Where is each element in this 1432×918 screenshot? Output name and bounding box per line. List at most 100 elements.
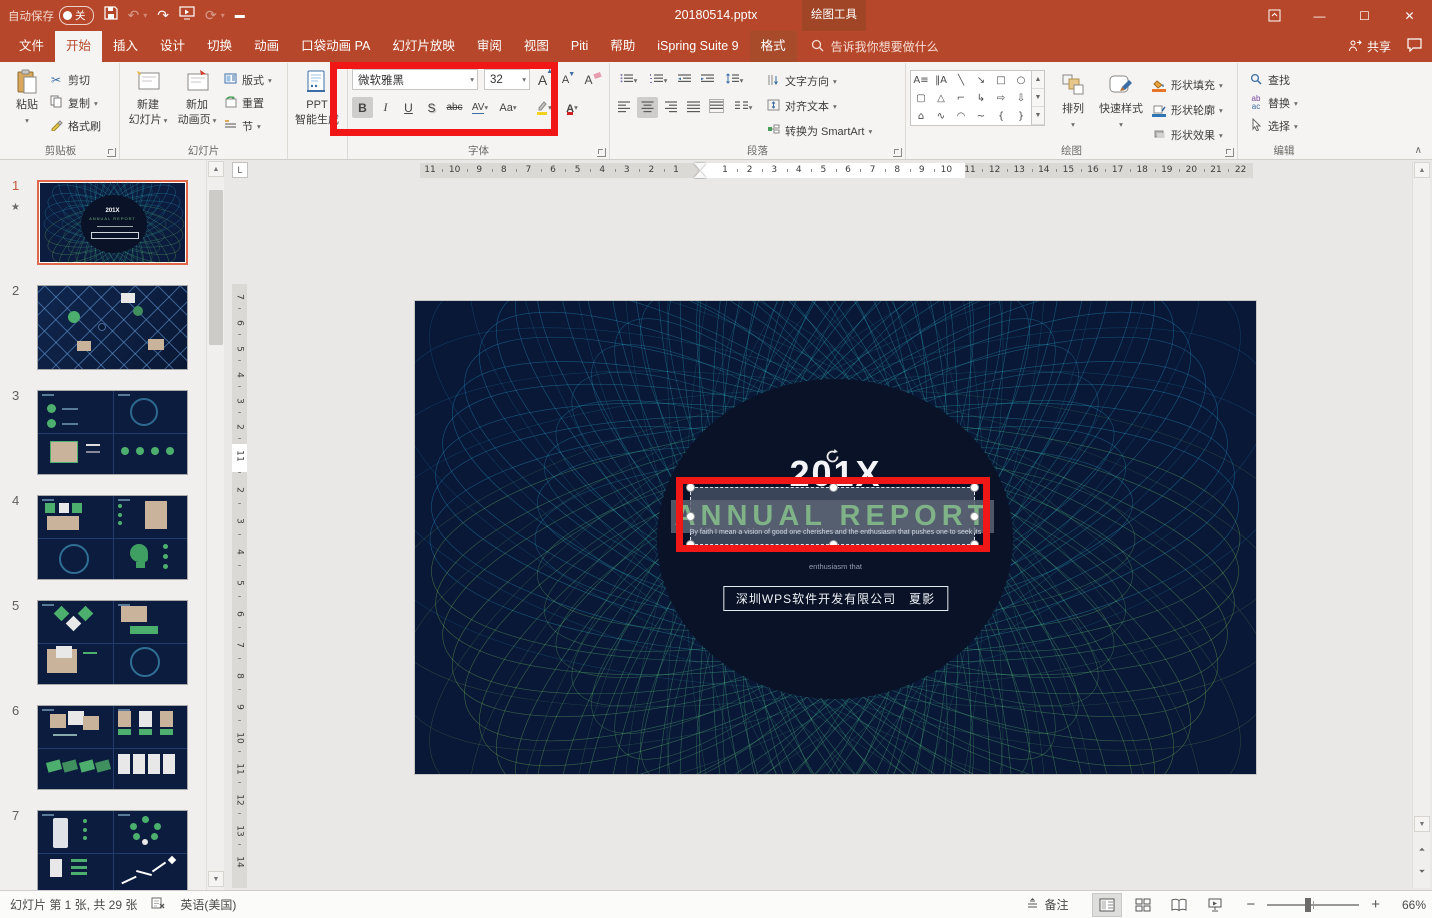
undo-icon[interactable]: ↶ xyxy=(128,0,140,31)
shape-right-arrow-icon[interactable]: ⇨ xyxy=(991,89,1011,107)
line-spacing-button[interactable]: ▾ xyxy=(720,70,748,91)
shape-rounded-rectangle-icon[interactable]: ▢ xyxy=(911,89,931,107)
shape-arc-icon[interactable]: ◠ xyxy=(951,107,971,125)
shape-triangle-icon[interactable]: △ xyxy=(931,89,951,107)
shapes-scroll-down-icon[interactable]: ▼ xyxy=(1032,89,1044,107)
clear-formatting-button[interactable]: A xyxy=(578,69,599,90)
handle-bottom-center[interactable] xyxy=(829,540,838,549)
italic-button[interactable]: I xyxy=(375,97,396,118)
start-slideshow-icon[interactable] xyxy=(179,0,195,31)
strikethrough-button[interactable]: abc xyxy=(444,97,465,118)
qat-customize-icon[interactable]: ▬ xyxy=(235,0,245,31)
view-slideshow-button[interactable] xyxy=(1200,893,1230,917)
find-button[interactable]: 查找 xyxy=(1248,70,1326,90)
shapes-scroll-up-icon[interactable]: ▲ xyxy=(1032,71,1044,89)
shape-textbox-icon[interactable]: A≡ xyxy=(911,71,931,89)
shape-down-arrow-icon[interactable]: ⇩ xyxy=(1011,89,1031,107)
selected-text-box[interactable]: ANNUAL REPORT xyxy=(690,487,975,545)
tab-插入[interactable]: 插入 xyxy=(102,31,149,62)
tab-帮助[interactable]: 帮助 xyxy=(599,31,646,62)
sync-dropdown-icon[interactable]: ▾ xyxy=(221,11,225,20)
shape-rectangle-icon[interactable]: □ xyxy=(991,71,1011,89)
text-fit-button[interactable] xyxy=(706,97,727,118)
text-direction-button[interactable]: 文字方向▾ xyxy=(765,70,872,92)
redo-icon[interactable]: ↷ xyxy=(157,0,169,31)
font-color-button[interactable]: A▾ xyxy=(559,97,585,118)
handle-bottom-left[interactable] xyxy=(686,540,695,549)
shape-elbow-arrow-icon[interactable]: ↳ xyxy=(971,89,991,107)
slide-counter[interactable]: 幻灯片 第 1 张, 共 29 张 xyxy=(10,896,137,913)
handle-top-right[interactable] xyxy=(970,483,979,492)
copy-button[interactable]: 复制▾ xyxy=(48,93,101,113)
decrease-indent-button[interactable] xyxy=(674,70,695,91)
tab-视图[interactable]: 视图 xyxy=(513,31,560,62)
shape-outline-button[interactable]: 形状轮廓▾ xyxy=(1151,99,1223,121)
first-line-indent-marker[interactable] xyxy=(694,163,706,170)
main-scroll-up-icon[interactable]: ▲ xyxy=(1414,162,1430,178)
tab-iSpring Suite 9[interactable]: iSpring Suite 9 xyxy=(646,31,749,62)
bullets-button[interactable]: ▾ xyxy=(614,70,642,91)
tab-Piti[interactable]: Piti xyxy=(560,31,599,62)
section-button[interactable]: 节▾ xyxy=(222,116,272,136)
collapse-ribbon-icon[interactable]: ∧ xyxy=(1415,145,1422,156)
close-button[interactable]: ✕ xyxy=(1387,0,1432,31)
main-scroll-down-icon[interactable]: ▼ xyxy=(1414,816,1430,832)
shape-elbow-icon[interactable]: ⌐ xyxy=(951,89,971,107)
character-spacing-button[interactable]: AV▾ xyxy=(467,97,493,118)
font-dialog-launcher[interactable] xyxy=(597,148,606,157)
columns-button[interactable]: ▾ xyxy=(729,97,757,118)
rotate-handle[interactable] xyxy=(824,448,841,470)
font-name-combo[interactable]: 微软雅黑 ▾ xyxy=(352,69,478,90)
shape-left-brace-icon[interactable]: { xyxy=(991,107,1011,125)
shape-arrow-line-icon[interactable]: ↘ xyxy=(971,71,991,89)
paste-button[interactable]: 粘贴 ▾ xyxy=(6,66,48,142)
slide-thumbnail-5[interactable] xyxy=(37,600,188,685)
company-text-box[interactable]: 深圳WPS软件开发有限公司 夏影 xyxy=(723,586,948,611)
tab-口袋动画 PA[interactable]: 口袋动画 PA xyxy=(290,31,381,62)
font-size-combo[interactable]: 32 ▾ xyxy=(484,69,530,90)
drawing-dialog-launcher[interactable] xyxy=(1225,148,1234,157)
reset-button[interactable]: 重置 xyxy=(222,93,272,113)
tab-动画[interactable]: 动画 xyxy=(243,31,290,62)
justify-button[interactable] xyxy=(683,97,704,118)
tell-me-search[interactable]: 告诉我你想要做什么 xyxy=(811,31,939,62)
tab-设计[interactable]: 设计 xyxy=(149,31,196,62)
notes-button[interactable]: 备注 xyxy=(1026,896,1068,913)
new-slide-button[interactable]: 新建 幻灯片▾ xyxy=(124,66,172,142)
shape-freeform-icon[interactable]: ⌂ xyxy=(911,107,931,125)
zoom-out-button[interactable]: − xyxy=(1246,896,1255,913)
zoom-in-button[interactable]: + xyxy=(1371,896,1380,913)
format-painter-button[interactable]: 格式刷 xyxy=(48,116,101,136)
zoom-slider[interactable] xyxy=(1267,904,1359,906)
handle-bottom-right[interactable] xyxy=(970,540,979,549)
replace-button[interactable]: abac替换▾ xyxy=(1248,93,1326,113)
shape-fill-button[interactable]: 形状填充▾ xyxy=(1151,74,1223,96)
tab-幻灯片放映[interactable]: 幻灯片放映 xyxy=(381,31,466,62)
change-case-button[interactable]: Aa▾ xyxy=(495,97,521,118)
tab-格式[interactable]: 格式 xyxy=(750,31,797,62)
new-anim-slide-button[interactable]: 新加 动画页▾ xyxy=(172,66,222,142)
share-button[interactable]: 共享 xyxy=(1348,38,1391,55)
annual-report-text[interactable]: ANNUAL REPORT xyxy=(671,500,995,533)
arrange-button[interactable]: 排列 ▾ xyxy=(1051,70,1095,138)
text-shadow-button[interactable]: S xyxy=(421,97,442,118)
zoom-percentage[interactable]: 66% xyxy=(1386,898,1426,912)
align-center-button[interactable] xyxy=(637,97,658,118)
next-slide-button[interactable]: ⏷ xyxy=(1414,864,1430,880)
shapes-more-icon[interactable]: ▼ xyxy=(1032,107,1044,125)
view-slide-sorter-button[interactable] xyxy=(1128,893,1158,917)
thumb-scroll-thumb[interactable] xyxy=(209,190,223,345)
maximize-button[interactable]: ☐ xyxy=(1342,0,1387,31)
handle-top-center[interactable] xyxy=(829,483,838,492)
thumb-scroll-down-icon[interactable]: ▼ xyxy=(208,871,224,887)
slide-editing-area[interactable]: 201X ANNUAL REPORT By faith I mean a vis… xyxy=(415,301,1256,774)
clipboard-dialog-launcher[interactable] xyxy=(107,148,116,157)
grow-font-button[interactable]: A▲ xyxy=(532,69,553,90)
ribbon-display-options-button[interactable] xyxy=(1252,0,1297,31)
align-text-button[interactable]: 对齐文本▾ xyxy=(765,95,872,117)
view-reading-button[interactable] xyxy=(1164,893,1194,917)
slide-thumbnail-2[interactable] xyxy=(37,285,188,370)
handle-middle-right[interactable] xyxy=(970,512,979,521)
paragraph-dialog-launcher[interactable] xyxy=(893,148,902,157)
slide-thumbnail-3[interactable] xyxy=(37,390,188,475)
